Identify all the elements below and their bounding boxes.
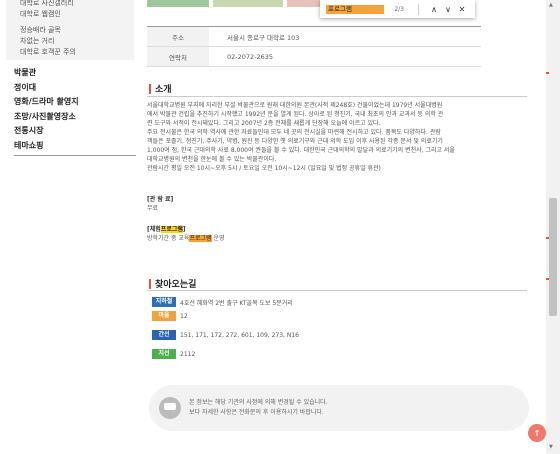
- directions-heading-text: 찾아오는길: [155, 280, 197, 290]
- program-label-prefix: [체험: [147, 226, 161, 233]
- program-text: 방학기간 중 교육: [147, 235, 190, 242]
- sidebar-item-filming-location[interactable]: 영화/드라마 촬영지: [14, 95, 136, 110]
- scroll-up-icon[interactable]: ▲: [549, 2, 553, 8]
- sidebar-sub-item[interactable]: 정승배라 골목: [20, 25, 134, 36]
- sidebar-item-pavilion[interactable]: 정이대: [14, 81, 136, 96]
- sidebar-sub-item[interactable]: 대학로 사진갤러리: [20, 0, 134, 9]
- fee-label: [관 람 료]: [147, 196, 174, 203]
- direction-text: 4호선 혜화역 2번 출구 KT골목 도보 5분거리: [180, 299, 293, 307]
- directions-heading: 찾아오는길: [149, 277, 196, 290]
- divider: [147, 96, 527, 97]
- sidebar-sub-item[interactable]: 대학로 호객꾼 주의: [20, 47, 134, 58]
- direction-text: 151, 171, 172, 272, 601, 109, 273, N16: [180, 331, 299, 339]
- trunk-bus-badge: 간선: [152, 330, 176, 340]
- direction-branch-bus: 지선 2112: [152, 349, 195, 359]
- intro-line: 관람시간 평일 오전 10시~오후 5시 / 토요일 오전 10시~12시 (일…: [147, 165, 381, 172]
- notice-box: 본 정보는 해당 기관의 사정에 의해 변경될 수 있습니다. 보다 자세한 사…: [149, 385, 529, 431]
- intro-heading-text: 소개: [155, 85, 172, 95]
- divider: [418, 3, 419, 15]
- divider: [147, 290, 527, 291]
- info-row-address: 주소 서울시 종로구 대학로 103: [147, 27, 481, 47]
- intro-line: 대학교병원의 변천을 한눈에 볼 수 있는 박물관이다.: [147, 156, 277, 163]
- branch-bus-badge: 지선: [152, 349, 176, 359]
- scroll-to-top-button[interactable]: ↑: [528, 424, 546, 442]
- info-key: 주소: [147, 27, 209, 46]
- intro-line: 서울대학교병원 부지에 자리한 부설 박물관으로 원래 대한의원 본관(사적 제…: [147, 102, 443, 109]
- info-value[interactable]: 02-2072-2635: [209, 47, 273, 66]
- info-row-phone: 연락처 02-2072-2635: [147, 47, 481, 67]
- find-match-count: 2/3: [394, 5, 404, 13]
- sidebar-item-viewpoint[interactable]: 조망/사진촬영장소: [14, 110, 136, 125]
- vertical-scrollbar[interactable]: ▲ ▼: [546, 0, 560, 454]
- direction-text: 2112: [180, 350, 196, 358]
- search-highlight-current: 프로그램: [189, 235, 212, 242]
- main-content: 주소 서울시 종로구 대학로 103 연락처 02-2072-2635 소개 서…: [140, 0, 546, 454]
- intro-line: 객들은 포졸기, 청진기, 주사기, 약병, 원진 등 다양한 옛 의료기구와 …: [147, 138, 443, 145]
- program-label: [체험프로그램]: [147, 224, 186, 233]
- photo-thumbnail[interactable]: [147, 0, 209, 7]
- scrollbar-thumb[interactable]: [549, 198, 557, 316]
- arrow-up-icon: ↑: [533, 428, 541, 438]
- find-next-button[interactable]: ∨: [441, 5, 455, 14]
- search-highlight: 프로그램: [160, 226, 183, 233]
- sidebar-sub-list: 대학로 사진갤러리 대학로 웹캠인 정승배라 골목 차없는 거리 대학로 호객꾼…: [6, 0, 134, 60]
- sidebar-item-museum[interactable]: 박물관: [14, 66, 136, 81]
- sidebar-sub-item[interactable]: 대학로 웹캠인: [20, 9, 134, 20]
- notice-line: 본 정보는 해당 기관의 사정에 의해 변경될 수 있습니다.: [189, 399, 328, 406]
- photo-thumbnail[interactable]: [213, 0, 283, 7]
- find-close-button[interactable]: ✕: [455, 5, 469, 14]
- info-table: 주소 서울시 종로구 대학로 103 연락처 02-2072-2635: [147, 26, 481, 67]
- intro-line: 에서 박물관 건립을 추진하기 시작했고 1992년 문을 열게 된다. 상아로…: [147, 111, 444, 118]
- intro-line: 1,000여 점, 한국 근대의학 사료 8,000여 권들을 볼 수 있다. …: [147, 147, 455, 154]
- sidebar-main-menu: 박물관 정이대 영화/드라마 촬영지 조망/사진촬영장소 전통시장 테마쇼핑: [0, 66, 140, 156]
- intro-line: 주요 전시물은 한국 의학 역사에 관한 자료들인데 모두 네 곳의 전시실을 …: [147, 129, 441, 136]
- program-value: 방학기간 중 교육프로그램 운영: [147, 233, 225, 242]
- find-result-marker: [546, 72, 549, 74]
- intro-line: 련 도구와 서적이 전시돼있다. 그리고 2007년 2층 전체를 새롭게 단장…: [147, 120, 381, 127]
- info-value: 서울시 종로구 대학로 103: [227, 33, 300, 42]
- village-bus-badge: 마을: [152, 311, 176, 321]
- intro-heading: 소개: [149, 82, 172, 95]
- scroll-down-icon[interactable]: ▼: [549, 444, 553, 450]
- info-key: 연락처: [147, 47, 209, 66]
- find-bar: 프로그램 2/3 ∧ ∨ ✕: [320, 0, 475, 18]
- find-input[interactable]: 프로그램: [326, 4, 384, 14]
- direction-village-bus: 마을 12: [152, 311, 188, 321]
- sidebar-item-theme-shopping[interactable]: 테마쇼핑: [14, 139, 136, 156]
- program-text: 운영: [211, 235, 225, 242]
- heading-bar: [149, 83, 151, 94]
- direction-text: 12: [180, 312, 188, 320]
- program-label-suffix: ]: [182, 226, 186, 233]
- notice-text: 본 정보는 해당 기관의 사정에 의해 변경될 수 있습니다. 보다 자세한 사…: [189, 398, 328, 418]
- notice-line: 보다 자세한 사항은 전화문의 후 이용하시기 바랍니다.: [189, 409, 324, 416]
- sidebar-sub-item[interactable]: 차없는 거리: [20, 36, 134, 47]
- intro-paragraph: 서울대학교병원 부지에 자리한 부설 박물관으로 원래 대한의원 본관(사적 제…: [147, 101, 455, 173]
- subway-badge: 지하철: [152, 297, 176, 307]
- direction-subway: 지하철 4호선 혜화역 2번 출구 KT골목 도보 5분거리: [152, 297, 293, 307]
- sidebar-item-traditional-market[interactable]: 전통시장: [14, 124, 136, 139]
- chat-bubble-icon: [159, 397, 181, 419]
- find-result-marker: [546, 237, 549, 239]
- sidebar: 대학로 사진갤러리 대학로 웹캠인 정승배라 골목 차없는 거리 대학로 호객꾼…: [0, 0, 140, 454]
- find-previous-button[interactable]: ∧: [427, 5, 441, 14]
- heading-bar: [149, 278, 151, 289]
- fee-value: 무료: [147, 205, 159, 212]
- find-result-marker: [546, 278, 549, 280]
- direction-trunk-bus: 간선 151, 171, 172, 272, 601, 109, 273, N1…: [152, 330, 299, 340]
